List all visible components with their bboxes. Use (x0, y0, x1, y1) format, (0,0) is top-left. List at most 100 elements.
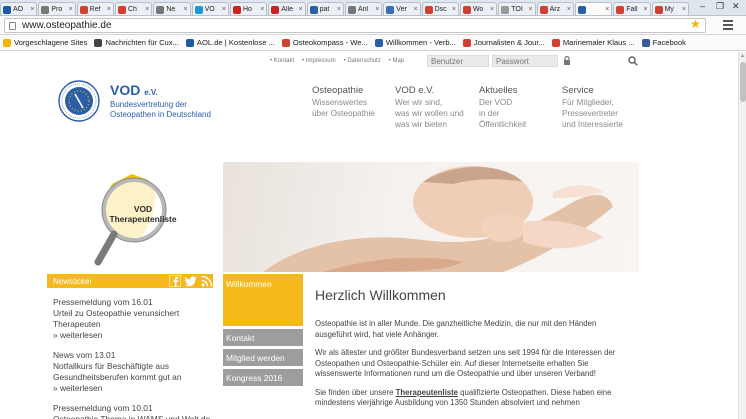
bookmark-favicon-icon (374, 38, 383, 47)
news-text[interactable]: Notfallkurs für Beschäftigte aus Gesundh… (53, 361, 213, 383)
logo-title-suffix: e.V. (144, 88, 158, 97)
tab-close-icon[interactable]: × (184, 6, 188, 13)
tab-label: Ver (396, 6, 407, 13)
password-input[interactable] (492, 55, 558, 67)
nav-item[interactable]: Aktuelles Der VOD in der Öffentlichkeit (479, 85, 526, 130)
read-more-link[interactable]: » weiterlesen (53, 330, 213, 341)
tab-close-icon[interactable]: × (452, 6, 456, 13)
browser-tab[interactable]: VO × (191, 2, 229, 15)
browser-tab[interactable]: × (574, 2, 613, 15)
bookmark-favicon-icon (185, 38, 194, 47)
facebook-icon[interactable] (169, 275, 181, 287)
bookmark-star-icon[interactable]: ★ (690, 15, 701, 33)
minimize-icon[interactable]: – (700, 1, 705, 11)
bookmark-item[interactable]: Facebook (641, 38, 686, 47)
rss-icon[interactable] (201, 275, 213, 287)
paragraph-text-start: Sie finden über unsere (315, 387, 396, 397)
subnav-item[interactable]: Kongress 2016 (223, 369, 303, 386)
nav-item[interactable]: VOD e.V. Wer wir sind, was wir wollen und w… (395, 85, 464, 130)
therapeutenliste-label[interactable]: VOD Therapeutenliste (104, 204, 182, 224)
tab-close-icon[interactable]: × (107, 6, 111, 13)
tab-close-icon[interactable]: × (69, 6, 73, 13)
tab-label: pat (319, 6, 330, 13)
bookmark-label: Facebook (652, 38, 686, 47)
tab-close-icon[interactable]: × (337, 6, 341, 13)
subnav-item[interactable]: Kontakt (223, 329, 303, 346)
browser-tab[interactable]: Dsc × (421, 2, 459, 15)
logo-title[interactable]: VOD e.V. (110, 82, 158, 98)
tab-label: Fall (626, 6, 638, 13)
tab-favicon-icon (194, 5, 203, 14)
bookmark-item[interactable]: Journalisten & Jour... (462, 38, 545, 47)
tab-close-icon[interactable]: × (260, 6, 264, 13)
tab-label: Anl (357, 6, 369, 13)
browser-tab[interactable]: My × (651, 2, 689, 15)
scroll-up-icon[interactable]: ▲ (740, 53, 745, 59)
news-text[interactable]: Urteil zu Osteopathie verunsichert Thera… (53, 308, 213, 330)
tab-close-icon[interactable]: × (643, 6, 647, 13)
tab-favicon-icon (424, 5, 433, 14)
browser-tab[interactable]: Ver × (383, 2, 421, 15)
close-window-icon[interactable]: ✕ (732, 1, 740, 12)
tab-favicon-icon (539, 5, 548, 14)
page-scrollbar[interactable]: ▲ (738, 52, 746, 419)
tab-close-icon[interactable]: × (222, 6, 226, 13)
utility-link[interactable]: • Kontakt (270, 58, 294, 64)
bookmark-item[interactable]: Vorgeschlagene Sites (3, 38, 87, 47)
utility-link[interactable]: • Datenschutz (344, 58, 381, 64)
tab-close-icon[interactable]: × (414, 6, 418, 13)
browser-tab[interactable]: Ch × (114, 2, 153, 15)
twitter-icon[interactable] (185, 275, 197, 287)
tab-close-icon[interactable]: × (567, 6, 571, 13)
tab-list: AO × Pro × Ref × Ch × Ne × VO × Ho × Alle × pat × Anl × Ver ×… (0, 2, 690, 15)
tab-close-icon[interactable]: × (375, 6, 379, 13)
bookmark-item[interactable]: Nachrichten für Cux... (94, 38, 179, 47)
read-more-link[interactable]: » weiterlesen (53, 383, 213, 394)
tab-close-icon[interactable]: × (30, 6, 34, 13)
browser-tab[interactable]: pat × (306, 2, 344, 15)
scroll-thumb[interactable] (740, 62, 746, 102)
browser-tab[interactable]: TOI × (498, 2, 536, 15)
therapeutenliste-link[interactable]: Therapeutenliste (396, 388, 458, 397)
browser-tab[interactable]: Ref × (76, 2, 114, 15)
bookmark-label: Vorgeschlagene Sites (14, 38, 88, 47)
browser-tab[interactable]: Wo × (459, 2, 498, 15)
news-sidebar: Newsticker Pressemeldung vom 16.01 Urteil… (47, 274, 213, 419)
tab-close-icon[interactable]: × (299, 6, 303, 13)
utility-link[interactable]: • Map (389, 58, 404, 64)
browser-tab[interactable]: Alle × (268, 2, 306, 15)
subnav-item[interactable]: Mitglied werden (223, 349, 303, 366)
browser-menu-icon[interactable] (723, 20, 733, 30)
nav-item[interactable]: Osteopathie Wissenswertes über Osteopathie (312, 85, 375, 119)
search-icon[interactable] (628, 56, 638, 66)
bookmark-item[interactable]: Willkommen - Verb... (374, 38, 456, 47)
browser-tab[interactable]: AO × (0, 2, 38, 15)
browser-tab[interactable]: Ho × (229, 2, 268, 15)
tab-close-icon[interactable]: × (145, 6, 149, 13)
restore-icon[interactable]: ❐ (716, 1, 724, 12)
bookmark-item[interactable]: AOL.de | Kostenlose ... (185, 38, 275, 47)
url-text[interactable]: www.osteopathie.de (22, 20, 112, 31)
tab-close-icon[interactable]: × (529, 6, 533, 13)
tab-close-icon[interactable]: × (682, 6, 686, 13)
username-input[interactable] (427, 55, 489, 67)
subnav-willkommen[interactable]: Willkommen (223, 274, 303, 326)
news-text[interactable]: Osteopathie Thema in WAMS und Welt.de (53, 414, 213, 419)
vod-logo-seal-icon[interactable] (58, 80, 100, 122)
browser-tab[interactable]: Arz × (536, 2, 574, 15)
nav-item[interactable]: Service Für Mitglieder, Pressevertreter und… (562, 85, 623, 130)
bookmark-item[interactable]: Marinemaler Klaus ... (551, 38, 635, 47)
browser-tab[interactable]: Anl × (344, 2, 383, 15)
browser-tab[interactable]: Fall × (613, 2, 651, 15)
browser-tab[interactable]: Pro × (38, 2, 76, 15)
tab-close-icon[interactable]: × (490, 6, 494, 13)
nav-item-description: Öffentlichkeit (479, 120, 527, 129)
address-bar[interactable]: www.osteopathie.de (4, 18, 706, 33)
utility-link[interactable]: • Impressum (302, 58, 335, 64)
bookmark-item[interactable]: Osteokompass - We... (281, 38, 368, 47)
browser-tab[interactable]: Ne × (153, 2, 191, 15)
tab-label: Dsc (434, 6, 447, 13)
bookmark-label: Nachrichten für Cux... (105, 38, 179, 47)
lock-icon[interactable] (563, 56, 571, 65)
tab-close-icon[interactable]: × (605, 6, 609, 13)
